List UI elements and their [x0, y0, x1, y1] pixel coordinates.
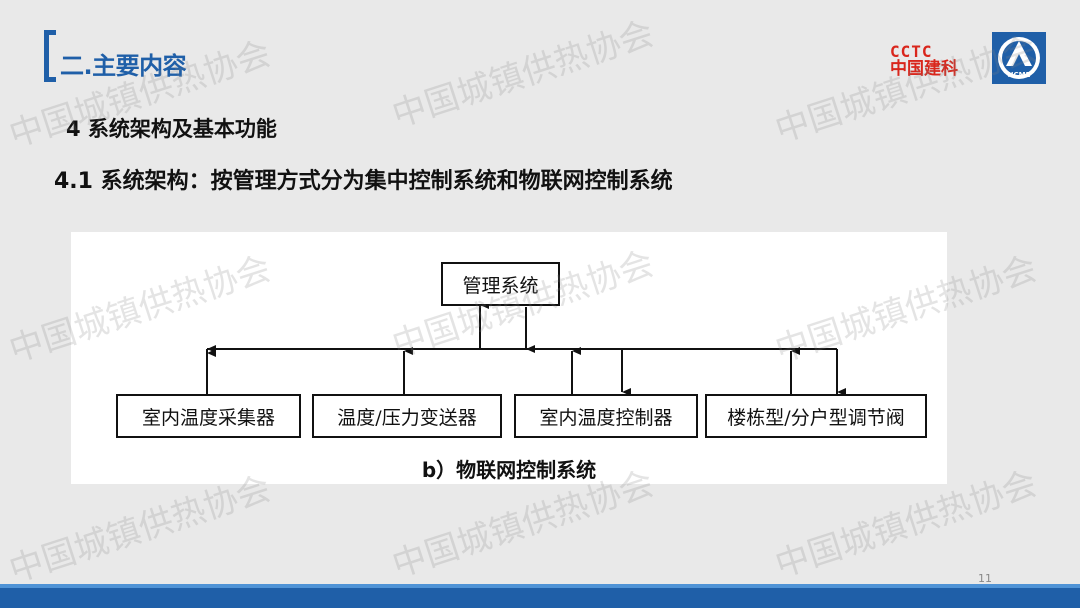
node-indoor-temp-collector: 室内温度采集器: [116, 394, 301, 438]
iot-control-diagram: 管理系统 室内温度采集器 温度/压力变送器 室内温度控制器 楼栋型/分户型调节阀…: [71, 232, 947, 484]
section-title: 二.主要内容: [60, 52, 187, 80]
node-management-system: 管理系统: [441, 262, 560, 306]
ncme-logo-text: NCME: [1008, 71, 1031, 79]
node-building-household-valve: 楼栋型/分户型调节阀: [705, 394, 927, 438]
cctc-logo: CCTC 中国建科: [890, 42, 978, 79]
ncme-logo-icon: NCME: [992, 32, 1046, 84]
node-indoor-temp-controller: 室内温度控制器: [514, 394, 698, 438]
heading-architecture: 4 系统架构及基本功能: [66, 117, 277, 141]
ncme-logo: NCME: [992, 32, 1046, 84]
cctc-logo-mark: CCTC: [890, 42, 933, 61]
node-temp-pressure-transmitter: 温度/压力变送器: [312, 394, 502, 438]
title-bracket: [44, 30, 56, 82]
heading-system-architecture: 4.1 系统架构：按管理方式分为集中控制系统和物联网控制系统: [54, 169, 673, 194]
footer-bar: [0, 588, 1080, 608]
watermark: 中国城镇供热协会: [387, 13, 659, 136]
cctc-logo-name: 中国建科: [890, 59, 958, 79]
diagram-caption: b）物联网控制系统: [421, 458, 597, 482]
